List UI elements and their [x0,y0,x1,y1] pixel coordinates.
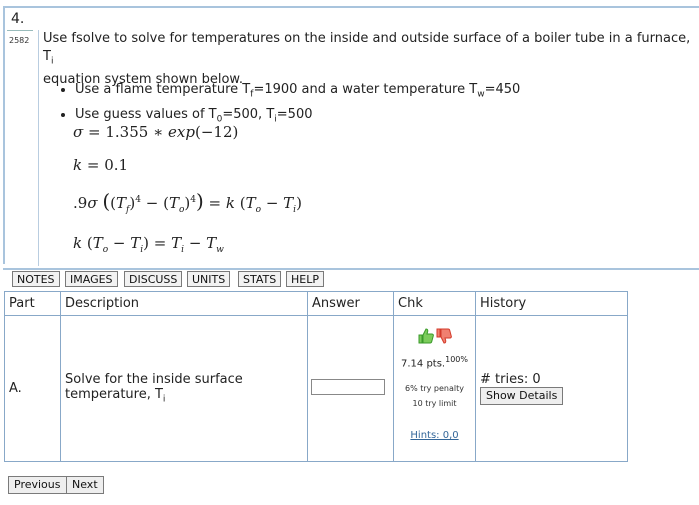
bullet-temperatures: Use a flame temperature Tf=1900 and a wa… [75,80,520,105]
header-description: Description [60,291,308,316]
tab-notes[interactable]: NOTES [12,271,60,287]
question-number: 4. [11,11,25,27]
description-line2: temperature, T [65,387,163,403]
question-divider [38,30,39,266]
equation-sigma: σ = 1.355 ∗ exp(−12) [73,123,239,141]
question-number-divider [7,30,33,31]
tab-help[interactable]: HELP [286,271,324,287]
thumbs-up-icon[interactable] [417,327,435,345]
tab-discuss[interactable]: DISCUSS [124,271,183,287]
answer-table: Part Description Answer Chk History A. S… [4,291,628,462]
try-limit: 10 try limit [412,399,457,409]
tab-stats[interactable]: STATS [238,271,282,287]
table-header-row: Part Description Answer Chk History [4,291,628,316]
question-text-main: Use fsolve to solve for temperatures on … [43,31,691,64]
previous-button[interactable]: Previous [8,476,67,494]
try-penalty: 6% try penalty [404,384,464,394]
tab-bar: NOTES IMAGES DISCUSS UNITS STATS HELP [3,268,699,287]
show-details-button[interactable]: Show Details [480,387,564,405]
question-text-sub: i [50,56,54,67]
answer-cell [307,315,394,462]
points-percent: 100% [445,354,468,364]
equation-k: k = 0.1 [73,156,129,174]
chk-cell: 7.14 pts.100% 6% try penalty 10 try limi… [393,315,476,462]
hints-wrap: Hints: 0,0 [394,427,475,442]
tries-count: # tries: 0 [480,372,541,387]
part-description: Solve for the inside surface temperature… [60,315,308,462]
answer-input[interactable] [311,378,385,395]
question-bullets: Use a flame temperature Tf=1900 and a wa… [49,80,520,129]
description-line1: Solve for the inside surface [65,372,243,388]
penalty-info: 6% try penalty 10 try limit [394,381,475,411]
equation-radiation: .9σ ((Tf)4 − (To)4) = k (To − Ti) [73,189,302,215]
table-row: A. Solve for the inside surface temperat… [4,315,628,462]
equation-conduction: k (To − Ti) = Ti − Tw [73,234,224,255]
points-value: 7.14 pts. [401,358,446,370]
points-line: 7.14 pts.100% [394,355,475,369]
header-part: Part [4,291,61,316]
thumbs-down-icon[interactable] [435,327,453,345]
tab-images[interactable]: IMAGES [65,271,118,287]
part-label: A. [4,315,61,462]
history-cell: # tries: 0 Show Details [475,315,628,462]
hints-link[interactable]: Hints: 0,0 [410,430,458,441]
header-history: History [475,291,628,316]
tab-units[interactable]: UNITS [187,271,231,287]
question-panel: 4. 2582 Use fsolve to solve for temperat… [3,6,699,266]
next-button[interactable]: Next [66,476,104,494]
header-chk: Chk [393,291,476,316]
question-id: 2582 [9,36,30,45]
feedback-thumbs [394,327,475,345]
header-answer: Answer [307,291,394,316]
